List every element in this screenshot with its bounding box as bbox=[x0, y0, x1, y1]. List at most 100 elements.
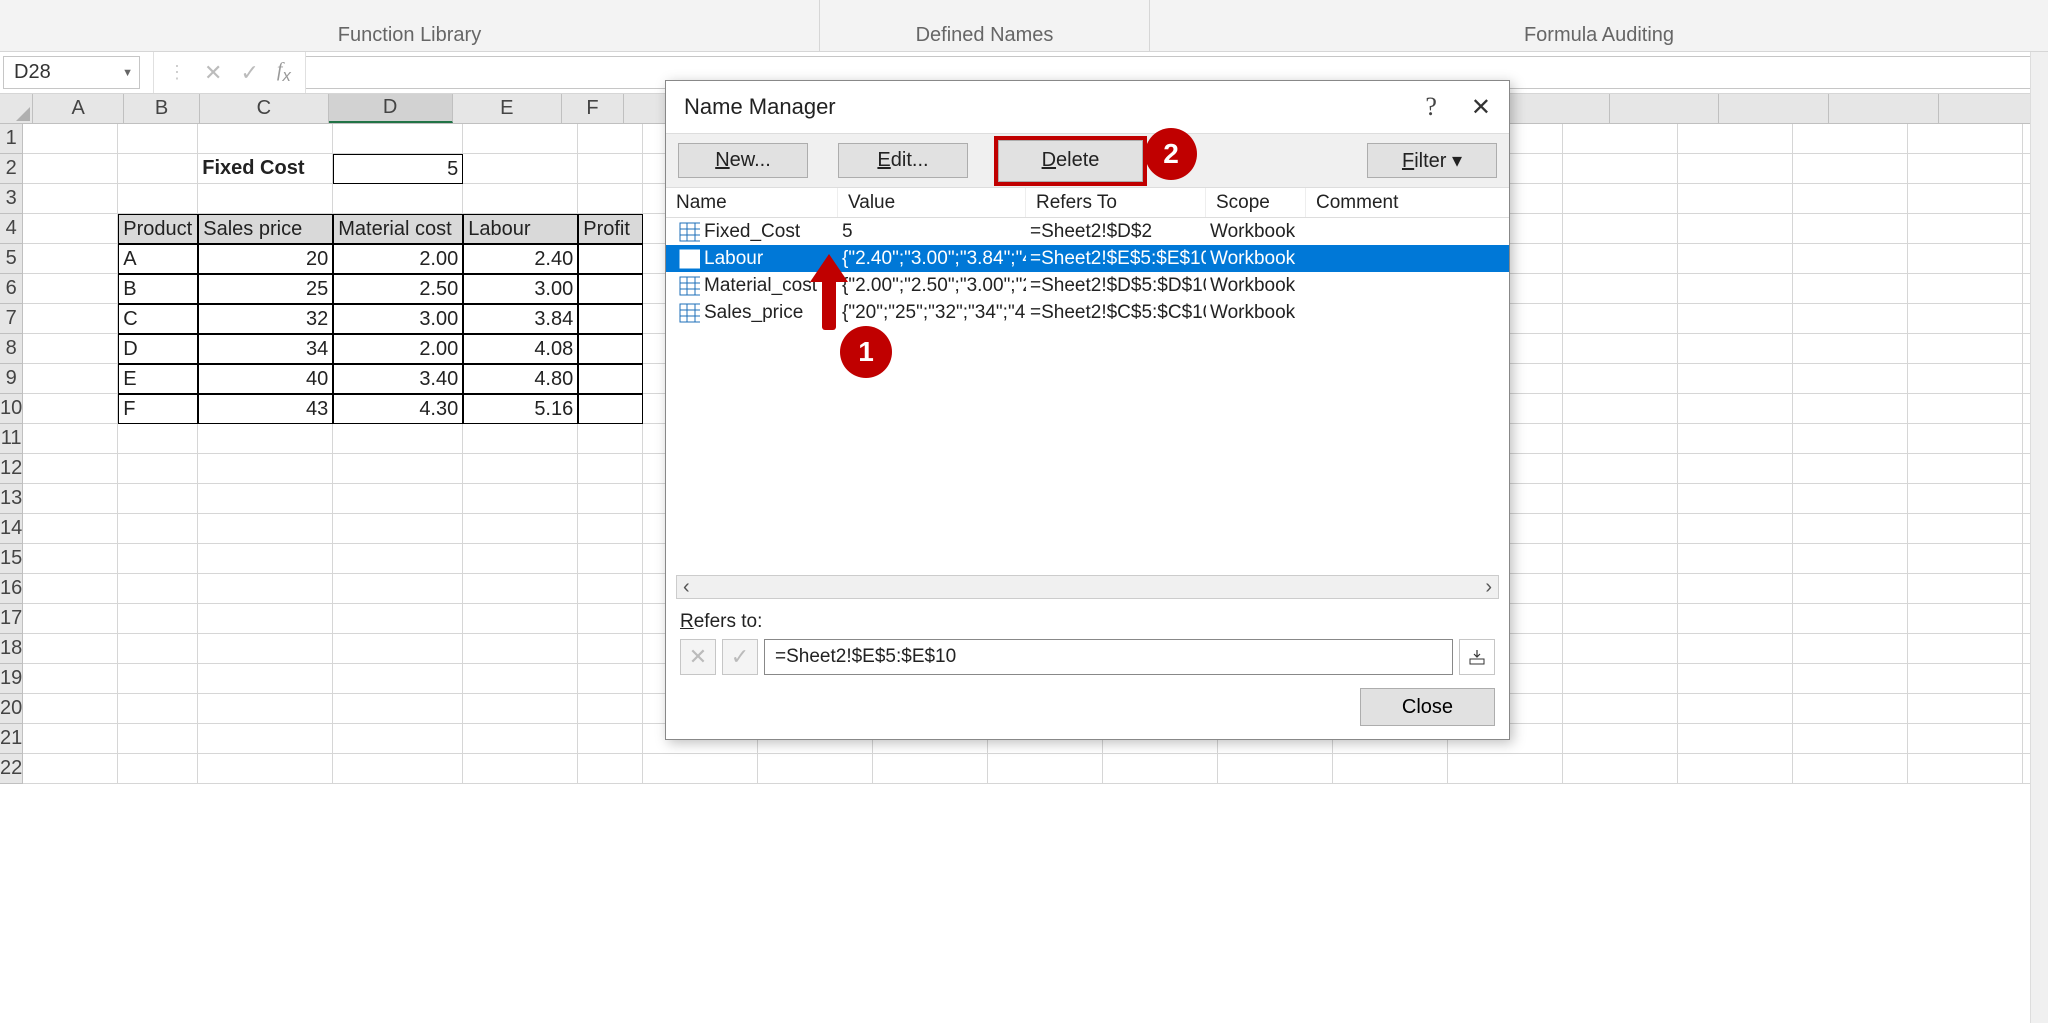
cell[interactable]: 4.08 bbox=[463, 334, 578, 364]
cell[interactable] bbox=[463, 664, 578, 694]
cell[interactable] bbox=[578, 514, 643, 544]
cell[interactable] bbox=[23, 694, 118, 724]
cell[interactable]: 4.30 bbox=[333, 394, 463, 424]
row-header-18[interactable]: 18 bbox=[0, 634, 23, 664]
collapse-dialog-icon[interactable] bbox=[1459, 639, 1495, 675]
cell[interactable]: 20 bbox=[198, 244, 333, 274]
cell[interactable]: E bbox=[118, 364, 198, 394]
cell[interactable] bbox=[578, 574, 643, 604]
cell[interactable] bbox=[1563, 754, 1678, 784]
cell[interactable] bbox=[118, 484, 198, 514]
cell[interactable] bbox=[1793, 544, 1908, 574]
cell[interactable] bbox=[1908, 694, 2023, 724]
cell[interactable] bbox=[118, 574, 198, 604]
cell[interactable] bbox=[118, 424, 198, 454]
cell[interactable] bbox=[1563, 694, 1678, 724]
cell[interactable] bbox=[1678, 244, 1793, 274]
cell[interactable] bbox=[578, 454, 643, 484]
cell[interactable] bbox=[1793, 484, 1908, 514]
refers-cancel-icon[interactable]: ✕ bbox=[680, 639, 716, 675]
name-row[interactable]: Fixed_Cost5=Sheet2!$D$2Workbook bbox=[666, 218, 1509, 245]
cell[interactable] bbox=[578, 724, 643, 754]
cell[interactable] bbox=[23, 394, 118, 424]
cell[interactable] bbox=[1908, 754, 2023, 784]
cell[interactable] bbox=[578, 694, 643, 724]
cell[interactable] bbox=[198, 484, 333, 514]
cell[interactable] bbox=[1793, 634, 1908, 664]
cell[interactable] bbox=[1563, 604, 1678, 634]
row-header-13[interactable]: 13 bbox=[0, 484, 23, 514]
cell[interactable] bbox=[333, 754, 463, 784]
cell[interactable] bbox=[118, 184, 198, 214]
cell[interactable]: Material cost bbox=[333, 214, 463, 244]
col-header-B[interactable]: B bbox=[124, 94, 200, 123]
cell[interactable] bbox=[198, 664, 333, 694]
cell[interactable] bbox=[463, 544, 578, 574]
cell[interactable] bbox=[118, 604, 198, 634]
cell[interactable] bbox=[578, 154, 643, 184]
cell[interactable] bbox=[198, 574, 333, 604]
cell[interactable] bbox=[1563, 184, 1678, 214]
cell[interactable] bbox=[1793, 754, 1908, 784]
cell[interactable] bbox=[333, 124, 463, 154]
cell[interactable] bbox=[1793, 124, 1908, 154]
cell[interactable] bbox=[23, 604, 118, 634]
cell[interactable]: 32 bbox=[198, 304, 333, 334]
cell[interactable] bbox=[333, 694, 463, 724]
cell[interactable] bbox=[333, 604, 463, 634]
cell[interactable] bbox=[1678, 634, 1793, 664]
cell[interactable] bbox=[23, 334, 118, 364]
cell[interactable] bbox=[463, 724, 578, 754]
cell[interactable] bbox=[23, 484, 118, 514]
cell[interactable] bbox=[118, 124, 198, 154]
row-header-15[interactable]: 15 bbox=[0, 544, 23, 574]
cell[interactable] bbox=[463, 424, 578, 454]
cell[interactable] bbox=[333, 184, 463, 214]
row-header-7[interactable]: 7 bbox=[0, 304, 23, 334]
cell[interactable] bbox=[333, 664, 463, 694]
cell[interactable] bbox=[1908, 394, 2023, 424]
row-header-19[interactable]: 19 bbox=[0, 664, 23, 694]
cell[interactable] bbox=[1908, 124, 2023, 154]
cell[interactable] bbox=[23, 754, 118, 784]
cell[interactable] bbox=[1563, 574, 1678, 604]
cell[interactable] bbox=[198, 544, 333, 574]
cell[interactable] bbox=[463, 694, 578, 724]
cell[interactable] bbox=[1103, 754, 1218, 784]
cell[interactable] bbox=[198, 694, 333, 724]
cell[interactable]: 3.84 bbox=[463, 304, 578, 334]
cell[interactable] bbox=[578, 394, 643, 424]
cell[interactable]: 3.00 bbox=[333, 304, 463, 334]
cell[interactable] bbox=[23, 424, 118, 454]
cell[interactable] bbox=[1563, 724, 1678, 754]
cell[interactable]: B bbox=[118, 274, 198, 304]
new-button[interactable]: New... bbox=[678, 143, 808, 178]
cell[interactable] bbox=[463, 634, 578, 664]
cell[interactable] bbox=[1908, 184, 2023, 214]
cell[interactable] bbox=[1563, 544, 1678, 574]
cell[interactable] bbox=[578, 424, 643, 454]
col-header-C[interactable]: C bbox=[200, 94, 329, 123]
cell[interactable] bbox=[463, 604, 578, 634]
cell[interactable] bbox=[578, 124, 643, 154]
row-header-11[interactable]: 11 bbox=[0, 424, 23, 454]
cell[interactable]: Sales price bbox=[198, 214, 333, 244]
name-list[interactable]: Fixed_Cost5=Sheet2!$D$2WorkbookLabour{"2… bbox=[666, 217, 1509, 575]
cell[interactable]: 2.50 bbox=[333, 274, 463, 304]
cell[interactable] bbox=[1678, 394, 1793, 424]
cell[interactable] bbox=[1908, 364, 2023, 394]
col-header-A[interactable]: A bbox=[33, 94, 124, 123]
close-button[interactable]: Close bbox=[1360, 688, 1495, 726]
cell[interactable] bbox=[333, 514, 463, 544]
cell[interactable]: 43 bbox=[198, 394, 333, 424]
cell[interactable]: 3.00 bbox=[463, 274, 578, 304]
cell[interactable] bbox=[118, 664, 198, 694]
name-row[interactable]: Material_cost{"2.00";"2.50";"3.00";"2...… bbox=[666, 272, 1509, 299]
cell[interactable] bbox=[1793, 274, 1908, 304]
cell[interactable] bbox=[1563, 124, 1678, 154]
cell[interactable] bbox=[1793, 454, 1908, 484]
cell[interactable] bbox=[1563, 274, 1678, 304]
cell[interactable] bbox=[1793, 514, 1908, 544]
cell[interactable] bbox=[1793, 334, 1908, 364]
cell[interactable] bbox=[1908, 544, 2023, 574]
